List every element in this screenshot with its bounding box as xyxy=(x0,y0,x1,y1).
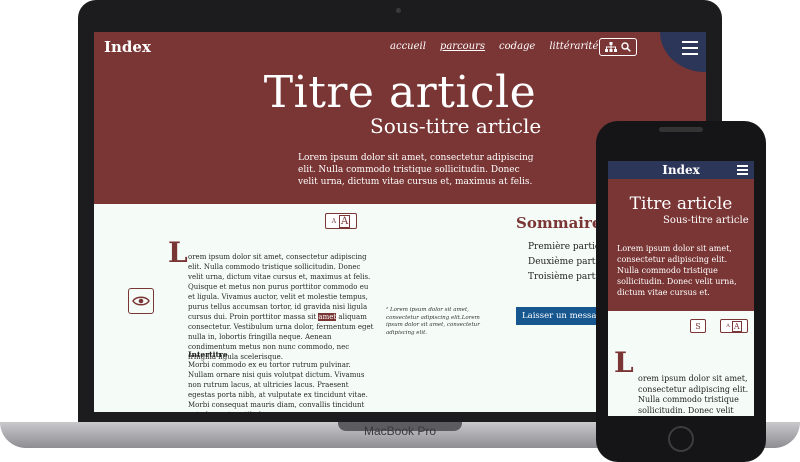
phone: Index Titre article Sous-titre article L… xyxy=(596,121,766,462)
phone-site-logo[interactable]: Index xyxy=(608,163,754,177)
phone-home-button xyxy=(668,426,694,452)
body-text-part: orem ipsum dolor sit amet, consectetur a… xyxy=(188,253,371,321)
device-mockup: Index accueil parcours codage littérarit… xyxy=(0,0,800,462)
phone-summary-button[interactable]: S xyxy=(690,319,706,333)
summary-title: Sommaire xyxy=(516,214,602,232)
phone-font-size-button[interactable]: A A xyxy=(720,319,748,333)
nav-item-accueil[interactable]: accueil xyxy=(390,41,426,52)
font-size-small-label: A xyxy=(331,217,337,225)
drop-cap: L xyxy=(168,236,188,269)
nav-item-codage[interactable]: codage xyxy=(499,41,535,52)
hamburger-menu-icon[interactable] xyxy=(682,41,698,59)
phone-article-subtitle: Sous-titre article xyxy=(663,215,749,226)
search-icon xyxy=(621,42,631,52)
phone-article-body: orem ipsum dolor sit amet, consectetur a… xyxy=(638,374,749,415)
site-logo[interactable]: Index xyxy=(104,38,151,56)
nav-item-litterarite[interactable]: littérarité xyxy=(549,41,598,52)
article-title: Titre article xyxy=(263,67,537,118)
sitemap-icon xyxy=(605,42,617,52)
footnote: ² Lorem ipsum dolor sit amet, consectetu… xyxy=(386,307,480,336)
phone-screen: Index Titre article Sous-titre article L… xyxy=(608,161,754,416)
sitemap-search-button[interactable] xyxy=(599,38,637,56)
intertitle: Intertitre xyxy=(188,350,228,359)
phone-font-large-label: A xyxy=(731,320,742,332)
main-nav: accueil parcours codage littérarité xyxy=(390,41,598,52)
phone-speaker xyxy=(659,127,703,132)
eye-icon xyxy=(132,296,150,306)
reading-mode-button[interactable] xyxy=(128,288,154,314)
phone-font-small-label: A xyxy=(726,323,730,329)
nav-item-parcours[interactable]: parcours xyxy=(440,41,485,52)
font-size-button[interactable]: A A xyxy=(325,213,357,229)
phone-header: Index xyxy=(608,161,754,179)
article-body-2: Morbi commodo ex eu tortor rutrum pulvin… xyxy=(188,361,368,412)
phone-hero: Titre article Sous-titre article Lorem i… xyxy=(608,179,754,311)
phone-drop-cap: L xyxy=(614,346,634,379)
laptop-camera xyxy=(396,8,401,13)
article-body: orem ipsum dolor sit amet, consectetur a… xyxy=(188,252,376,362)
phone-article-title: Titre article xyxy=(629,194,733,214)
article-intro: Lorem ipsum dolor sit amet, consectetur … xyxy=(298,153,534,187)
highlighted-word[interactable]: amet xyxy=(318,313,337,321)
phone-hamburger-icon[interactable] xyxy=(737,165,748,177)
phone-article-intro: Lorem ipsum dolor sit amet, consectetur … xyxy=(617,244,737,297)
font-size-large-label: A xyxy=(339,214,351,228)
article-subtitle: Sous-titre article xyxy=(370,114,542,138)
